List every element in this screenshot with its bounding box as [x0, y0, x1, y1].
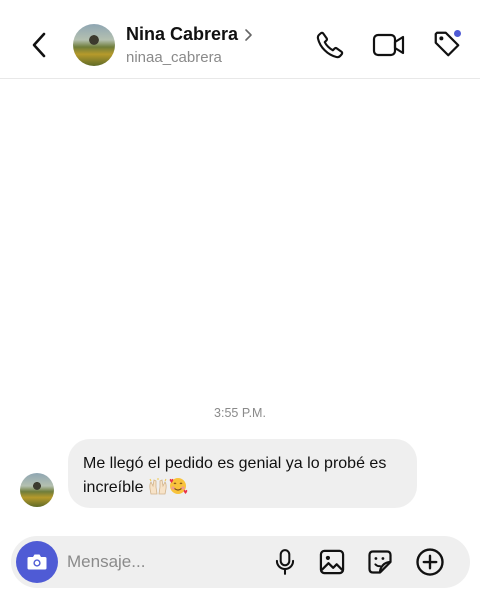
contact-info[interactable]: Nina Cabrera ninaa_cabrera [126, 24, 253, 66]
video-camera-icon [372, 33, 405, 57]
notification-dot [453, 29, 462, 38]
image-icon [319, 549, 345, 575]
phone-icon [316, 31, 344, 59]
camera-icon [27, 554, 47, 570]
message-input[interactable] [67, 548, 267, 576]
message-composer [11, 536, 470, 588]
avatar[interactable] [73, 24, 115, 66]
microphone-icon [275, 549, 295, 575]
avatar-image [20, 473, 54, 507]
message-bubble[interactable]: Me llegó el pedido es genial ya lo probé… [68, 439, 417, 508]
message-text: Me llegó el pedido es genial ya lo probé… [83, 455, 387, 496]
raising-hands-emoji [149, 478, 167, 495]
plus-circle-icon [416, 548, 444, 576]
more-options-button[interactable] [415, 547, 445, 577]
call-button[interactable] [313, 28, 347, 62]
voice-message-button[interactable] [270, 547, 300, 577]
chevron-right-icon [245, 28, 252, 41]
contact-username: ninaa_cabrera [126, 49, 222, 66]
chevron-left-icon [32, 32, 46, 58]
contact-name-text: Nina Cabrera [126, 24, 239, 44]
smiling-face-with-hearts-emoji [169, 478, 188, 494]
avatar-image [73, 24, 115, 66]
sticker-icon [368, 550, 392, 574]
sender-avatar[interactable] [20, 473, 54, 507]
video-call-button[interactable] [371, 28, 407, 62]
contact-name[interactable]: Nina Cabrera [126, 24, 253, 45]
back-button[interactable] [24, 28, 54, 62]
gallery-button[interactable] [317, 547, 347, 577]
message-timestamp: 3:55 P.M. [214, 406, 266, 420]
tag-button[interactable] [429, 26, 465, 62]
sticker-button[interactable] [365, 547, 395, 577]
chat-header: Nina Cabrera ninaa_cabrera [0, 0, 480, 79]
camera-button[interactable] [16, 541, 58, 583]
